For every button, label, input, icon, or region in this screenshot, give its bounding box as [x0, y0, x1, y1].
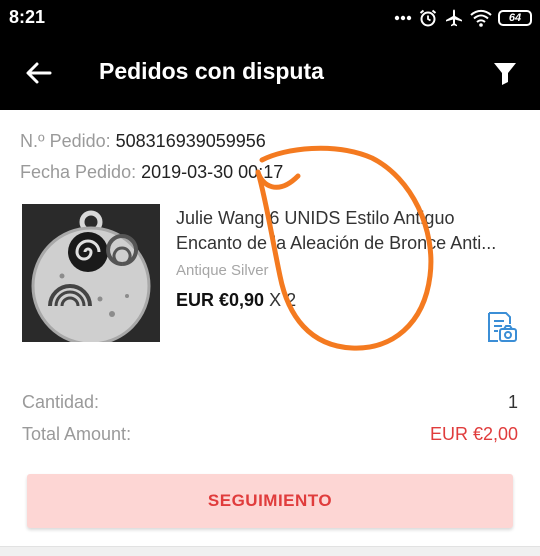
product-price-row: EUR €0,90 X 2 [176, 290, 296, 311]
order-date-row: Fecha Pedido: 2019-03-30 00:17 [20, 162, 283, 183]
product-name-line2: Encanto de la Aleación de Bronce Anti... [176, 233, 497, 253]
wifi-icon [470, 9, 492, 27]
order-date-label: Fecha Pedido: [20, 162, 137, 182]
product-thumbnail[interactable] [22, 204, 160, 342]
product-name[interactable]: Julie Wang 6 UNIDS Estilo Antiguo Encant… [176, 206, 521, 256]
filter-icon[interactable] [490, 58, 520, 88]
status-time: 8:21 [9, 7, 46, 27]
order-number-label: N.º Pedido: [20, 131, 111, 151]
more-dots-icon [394, 15, 412, 21]
quantity-value: 1 [507, 392, 518, 412]
product-variant: Antique Silver [176, 262, 269, 279]
tracking-button[interactable]: SEGUIMIENTO [27, 474, 513, 528]
product-quantity-multiplier: X 2 [269, 290, 297, 310]
status-icons: 64 [394, 6, 532, 30]
total-amount-label: Total Amount: [22, 424, 132, 444]
total-amount-value: EUR €2,00 [429, 424, 518, 444]
status-bar: 8:21 64 [0, 0, 540, 36]
quantity-label: Cantidad: [22, 392, 100, 412]
toolbar: Pedidos con disputa [0, 36, 540, 110]
snapshot-icon[interactable] [484, 310, 518, 344]
airplane-icon [446, 9, 462, 27]
product-name-line1: Julie Wang 6 UNIDS Estilo Antiguo [176, 208, 455, 228]
page-title: Pedidos con disputa [99, 58, 324, 84]
order-date-value: 2019-03-30 00:17 [141, 162, 284, 182]
back-arrow-icon[interactable] [22, 56, 56, 90]
order-number-row: N.º Pedido: 508316939059956 [20, 131, 266, 152]
alarm-icon [419, 9, 437, 27]
battery-icon: 64 [498, 10, 532, 26]
pendant-image [22, 204, 160, 342]
product-price: EUR €0,90 [176, 290, 265, 310]
order-number-value: 508316939059956 [115, 131, 266, 151]
